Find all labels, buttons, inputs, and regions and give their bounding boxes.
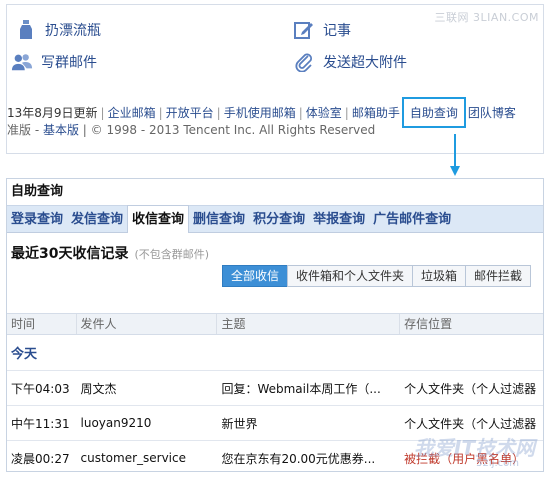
col-subject: 主题 <box>217 314 401 334</box>
footer-link-assistant[interactable]: 邮箱助手 <box>352 106 400 120</box>
group-mail-tool[interactable]: 写群邮件 <box>11 51 97 73</box>
table-row[interactable]: 下午04:03 周文杰 回复：Webmail本周工作（... 个人文件夹（个人过… <box>7 371 543 406</box>
footer-link-enterprise[interactable]: 企业邮箱 <box>108 106 156 120</box>
filter-inbox-folders[interactable]: 收件箱和个人文件夹 <box>286 265 413 287</box>
section-title: 最近30天收信记录 <box>11 246 129 262</box>
row-subject: 您在京东有20.00元优惠券... <box>221 451 376 466</box>
filter-group: 全部收信 收件箱和个人文件夹 垃圾箱 邮件拦截 <box>221 265 531 287</box>
update-date: 13年8月9日更新 <box>7 106 98 120</box>
table-header: 时间 发件人 主题 存信位置 <box>7 313 543 335</box>
col-time: 时间 <box>7 314 77 334</box>
tab-delete-query[interactable]: 删信查询 <box>189 206 249 232</box>
row-subject: 新世界 <box>221 416 258 431</box>
tab-ad-mail-query[interactable]: 广告邮件查询 <box>369 206 455 232</box>
self-query-highlight: 自助查询 <box>401 97 466 128</box>
tab-points-query[interactable]: 积分查询 <box>249 206 309 232</box>
section-header: 最近30天收信记录 (不包含群邮件) <box>7 233 543 269</box>
col-location: 存信位置 <box>404 317 453 331</box>
section-note: (不包含群邮件) <box>134 248 210 261</box>
big-attachment-tool[interactable]: 发送超大附件 <box>293 51 407 73</box>
big-attachment-label: 发送超大附件 <box>323 55 407 71</box>
query-tabs: 登录查询 发信查询 收信查询 删信查询 积分查询 举报查询 广告邮件查询 <box>7 205 543 233</box>
group-mail-label: 写群邮件 <box>41 55 97 71</box>
row-time: 下午04:03 <box>11 381 70 396</box>
footer-link-self-query[interactable]: 自助查询 <box>410 106 458 120</box>
row-sender: 周文杰 <box>80 381 117 396</box>
watermark-top: 三联网 3LIAN.COM <box>434 11 539 24</box>
watermark-bottom-sub: 52ij.com <box>476 458 519 469</box>
drift-bottle-label: 扔漂流瓶 <box>45 23 101 39</box>
col-sender: 发件人 <box>77 314 218 334</box>
arrow-down-icon <box>450 134 460 176</box>
paperclip-icon <box>293 51 315 73</box>
notes-tool[interactable]: 记事 <box>293 19 351 41</box>
note-edit-icon <box>293 19 315 41</box>
row-time: 凌晨00:27 <box>11 451 70 466</box>
tab-report-query[interactable]: 举报查询 <box>309 206 369 232</box>
watermark-bottom: 我爱IT技术网 <box>413 436 535 460</box>
filter-blocked[interactable]: 邮件拦截 <box>464 265 531 287</box>
people-icon <box>11 51 33 73</box>
tab-login-query[interactable]: 登录查询 <box>7 206 67 232</box>
copyright: 准版 - 基本版 | © 1998 - 2013 Tencent Inc. Al… <box>7 121 375 138</box>
row-sender: luoyan9210 <box>80 416 152 430</box>
footer-link-blog[interactable]: 团队博客 <box>468 106 516 120</box>
panel-title: 自助查询 <box>11 184 64 199</box>
self-query-panel: 自助查询 登录查询 发信查询 收信查询 删信查询 积分查询 举报查询 广告邮件查… <box>6 178 544 472</box>
filter-trash[interactable]: 垃圾箱 <box>411 265 466 287</box>
basic-version-link[interactable]: 基本版 <box>43 123 79 137</box>
row-location: 个人文件夹（个人过滤器 <box>404 416 537 431</box>
copyright-text: | © 1998 - 2013 Tencent Inc. All Rights … <box>78 123 376 137</box>
tab-send-query[interactable]: 发信查询 <box>67 206 127 232</box>
row-time: 中午11:31 <box>11 416 70 431</box>
drift-bottle-tool[interactable]: 扔漂流瓶 <box>15 19 101 41</box>
mail-tools-panel: 三联网 3LIAN.COM 扔漂流瓶 记事 写群邮件 发送超大附件 13年8月9… <box>6 4 544 154</box>
filter-all[interactable]: 全部收信 <box>221 265 288 287</box>
copyright-prefix: 准版 - <box>7 123 43 137</box>
row-subject: 回复：Webmail本周工作（... <box>221 381 381 396</box>
footer-link-open-platform[interactable]: 开放平台 <box>166 106 214 120</box>
row-location: 个人文件夹（个人过滤器 <box>404 381 537 396</box>
group-today: 今天 <box>7 335 543 371</box>
notes-label: 记事 <box>323 23 351 39</box>
tab-receive-query[interactable]: 收信查询 <box>127 205 190 233</box>
bottle-icon <box>15 19 37 41</box>
footer-link-mobile[interactable]: 手机使用邮箱 <box>224 106 296 120</box>
row-sender: customer_service <box>80 451 187 465</box>
footer-link-lab[interactable]: 体验室 <box>306 106 342 120</box>
